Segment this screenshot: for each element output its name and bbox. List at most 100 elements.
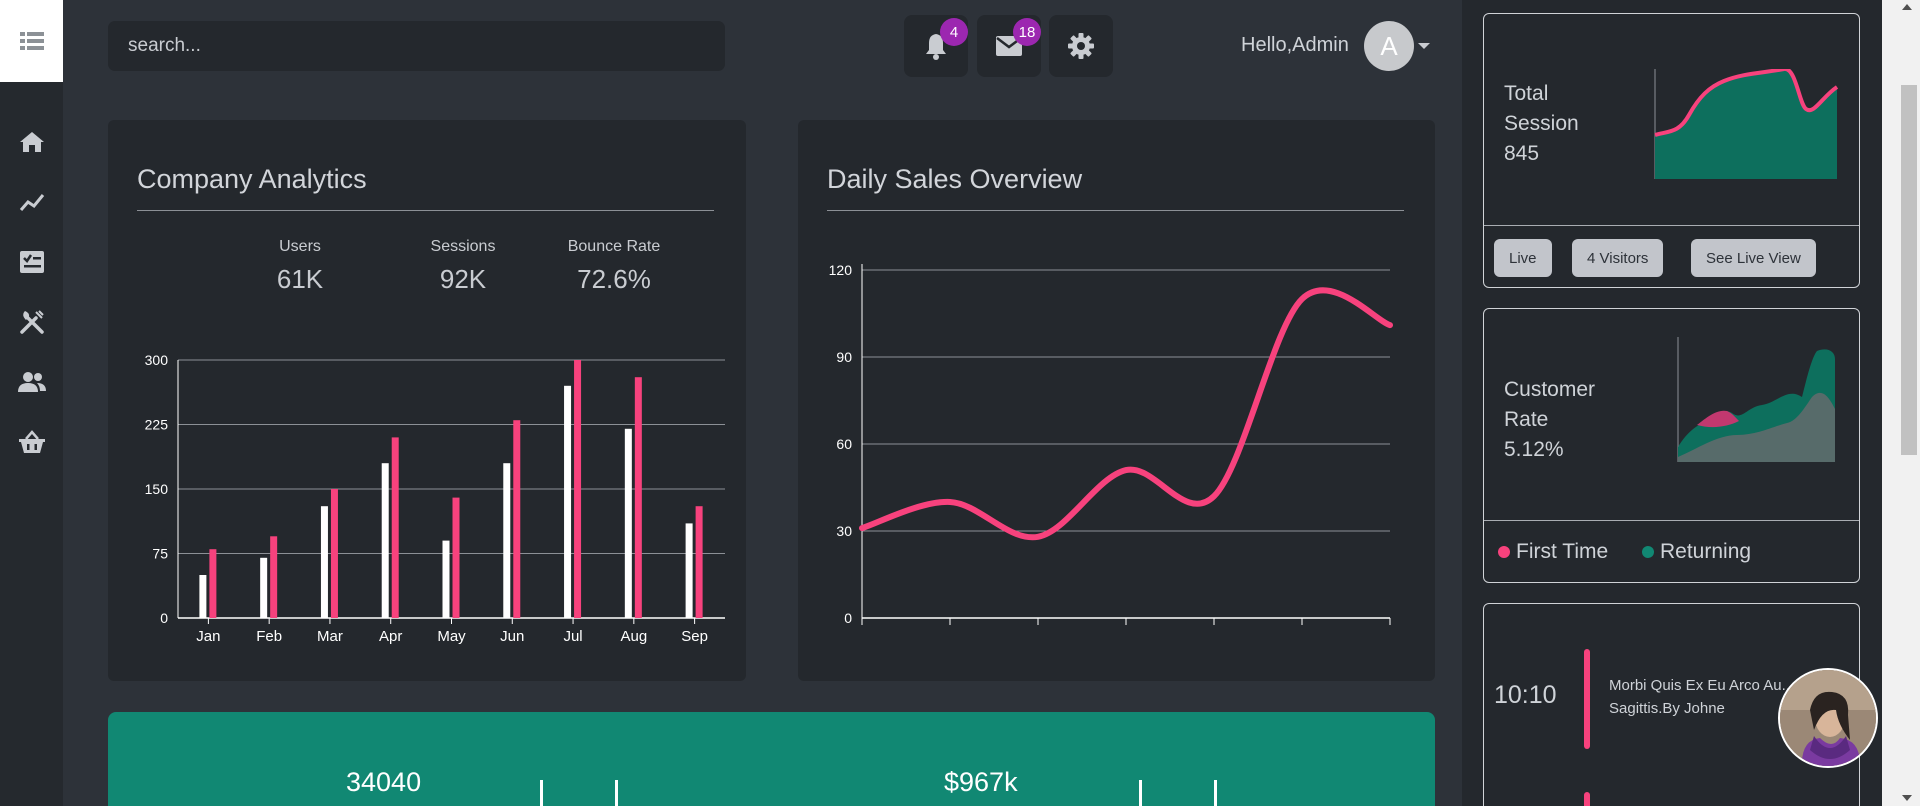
gear-icon: [1068, 33, 1094, 59]
total-session-card: Total Session 845 Live 4 Visitors See Li…: [1483, 13, 1860, 288]
session-area-chart: [1654, 69, 1839, 179]
bar: [452, 497, 460, 618]
line-chart: 0 30 60 90 120: [829, 262, 1393, 626]
divider: [1484, 225, 1859, 226]
y-tick-label: 225: [145, 417, 169, 433]
timeline-author: Sagittis.By Johne: [1609, 700, 1725, 717]
y-tick-label: 0: [160, 610, 168, 626]
scroll-thumb[interactable]: [1901, 85, 1917, 455]
bar: [634, 377, 642, 618]
customer-rate-card: Customer Rate 5.12% First Time Returning: [1483, 308, 1860, 583]
y-tick-label: 30: [836, 523, 852, 539]
sidebar-item-analytics[interactable]: [0, 172, 63, 232]
search-input[interactable]: [128, 35, 705, 57]
scroll-up-arrow-icon[interactable]: [1902, 4, 1912, 10]
y-tick-label: 0: [844, 610, 852, 626]
sidebar-item-food[interactable]: [0, 292, 63, 352]
sidebar: [0, 0, 63, 806]
scrollbar[interactable]: [1882, 0, 1920, 806]
bar: [685, 523, 693, 618]
bar: [624, 428, 632, 618]
legend-dot: [1498, 546, 1510, 558]
legend-label: Returning: [1660, 540, 1752, 563]
chat-avatar[interactable]: [1778, 668, 1878, 768]
greeting-text: Hello,Admin: [1241, 34, 1349, 56]
x-tick-label: Apr: [379, 628, 402, 645]
menu-toggle-button[interactable]: [0, 0, 63, 82]
home-icon: [19, 132, 44, 152]
scroll-down-arrow-icon[interactable]: [1902, 795, 1912, 801]
summary-value: $967k: [944, 767, 1018, 797]
users-icon: [17, 372, 46, 392]
legend-returning: Returning: [1642, 540, 1751, 564]
timeline-text: Morbi Quis Ex Eu Arco Au...: [1609, 677, 1795, 694]
y-tick-label: 75: [152, 546, 168, 562]
legend-dot: [1642, 546, 1654, 558]
customer-area-chart: [1677, 337, 1835, 462]
bar: [391, 437, 399, 618]
right-panel: Total Session 845 Live 4 Visitors See Li…: [1462, 0, 1882, 806]
trend-line-icon: [19, 194, 44, 211]
see-live-view-button[interactable]: See Live View: [1691, 239, 1816, 277]
bar: [503, 463, 511, 618]
bar: [330, 489, 338, 618]
bar: [260, 557, 268, 618]
x-tick-label: May: [437, 628, 466, 645]
y-tick-label: 60: [836, 436, 852, 452]
bar: [209, 549, 217, 618]
y-tick-label: 150: [145, 481, 169, 497]
notifications-badge: 4: [940, 18, 968, 46]
utensils-icon: [19, 310, 44, 334]
bar: [270, 536, 278, 618]
bar-chart: 0 75 150 225 300 Jan Feb Mar Apr May Jun Jul Aug Sep: [145, 352, 725, 645]
session-value: 845: [1504, 142, 1540, 165]
basket-icon: [18, 430, 45, 453]
x-tick-label: Jun: [500, 628, 524, 645]
sparkline-tick: [1139, 780, 1142, 806]
sidebar-item-shop[interactable]: [0, 412, 63, 472]
person-photo-icon: [1780, 670, 1876, 766]
bar: [442, 540, 450, 618]
settings-button[interactable]: [1049, 15, 1113, 77]
bar: [574, 360, 582, 618]
bar: [199, 575, 207, 618]
messages-button[interactable]: 18: [977, 15, 1041, 77]
avatar[interactable]: A: [1364, 21, 1414, 71]
legend-first-time: First Time: [1498, 540, 1608, 564]
notifications-button[interactable]: 4: [904, 15, 968, 77]
bar: [513, 420, 521, 618]
x-tick-label: Sep: [681, 628, 708, 645]
sparkline-tick: [1214, 780, 1217, 806]
daily-sales-card: Daily Sales Overview 0 30 60 90 120: [798, 120, 1435, 681]
company-analytics-card: Company Analytics Users 61K Sessions 92K…: [108, 120, 746, 681]
x-tick-label: Mar: [317, 628, 343, 645]
bar: [320, 506, 328, 618]
chevron-down-icon[interactable]: [1418, 43, 1430, 49]
x-tick-label: Jan: [196, 628, 220, 645]
live-button[interactable]: Live: [1494, 239, 1552, 277]
y-tick-label: 300: [145, 352, 169, 368]
y-tick-label: 90: [836, 349, 852, 365]
search-bar[interactable]: [108, 21, 725, 71]
x-tick-label: Aug: [620, 628, 647, 645]
sidebar-item-home[interactable]: [0, 112, 63, 172]
session-label: Total Session: [1504, 82, 1579, 135]
visitors-button[interactable]: 4 Visitors: [1572, 239, 1664, 277]
sidebar-item-tasks[interactable]: [0, 232, 63, 292]
checklist-icon: [19, 251, 44, 273]
timeline-time: 10:10: [1494, 681, 1557, 709]
bar: [381, 463, 389, 618]
sidebar-item-users[interactable]: [0, 352, 63, 412]
x-tick-label: Jul: [563, 628, 582, 645]
timeline-marker: [1584, 792, 1590, 806]
timeline-marker: [1584, 649, 1590, 749]
bar: [564, 385, 572, 618]
customer-value: 5.12%: [1504, 438, 1564, 461]
bar: [695, 506, 703, 618]
y-tick-label: 120: [829, 262, 853, 278]
customer-label: Customer Rate: [1504, 378, 1596, 431]
legend-label: First Time: [1516, 540, 1609, 563]
sparkline-tick: [615, 780, 618, 806]
list-icon: [19, 32, 44, 50]
series-line: [859, 287, 1393, 541]
